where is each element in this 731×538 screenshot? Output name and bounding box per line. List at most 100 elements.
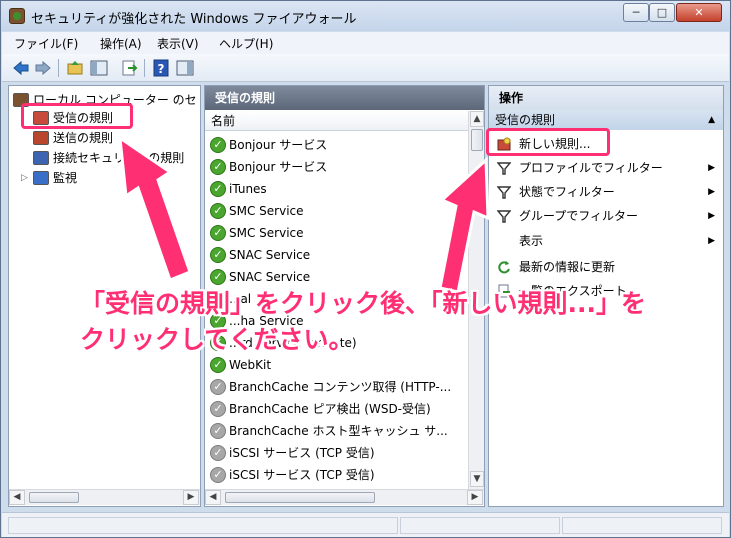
firewall-icon xyxy=(9,8,25,24)
toolbar-separator xyxy=(58,59,59,77)
filter-icon xyxy=(497,186,511,199)
scroll-thumb[interactable] xyxy=(225,492,375,503)
rule-name: Bonjour サービス xyxy=(229,138,328,152)
rule-row[interactable]: ✓ SNAC Service xyxy=(205,266,463,288)
scroll-thumb[interactable] xyxy=(29,492,79,503)
rule-name: SMC Service xyxy=(229,204,304,218)
expand-arrow-icon[interactable]: ▷ xyxy=(21,168,28,188)
menu-action[interactable]: 操作(A) xyxy=(100,35,142,52)
title-bar: セキュリティが強化された Windows ファイアウォール ─ □ ✕ xyxy=(1,1,730,31)
refresh-icon xyxy=(498,261,510,274)
rule-row[interactable]: ✓ SMC Service xyxy=(205,222,463,244)
tree-item-connection-security-rules[interactable]: 接続セキュリティの規則 xyxy=(9,148,194,168)
rule-row[interactable]: ✓BranchCache ピア検出 (WSD-受信) B xyxy=(205,398,463,420)
menu-bar: ファイル(F) 操作(A) 表示(V) ヘルプ(H) xyxy=(2,32,729,54)
submenu-arrow-icon: ▶ xyxy=(708,187,715,197)
tree-item-label: 送信の規則 xyxy=(53,131,114,145)
connection-security-icon xyxy=(33,151,49,165)
menu-help[interactable]: ヘルプ(H) xyxy=(219,35,273,52)
action-filter-profile[interactable]: プロファイルでフィルター ▶ xyxy=(489,156,721,180)
disabled-check-icon: ✓ xyxy=(210,423,226,439)
back-arrow-icon[interactable] xyxy=(12,59,30,77)
actions-section-inbound[interactable]: 受信の規則 ▲ xyxy=(489,110,723,130)
maximize-button[interactable]: □ xyxy=(649,3,675,22)
rule-extra-column: i xyxy=(462,442,463,464)
svg-text:?: ? xyxy=(158,62,165,76)
show-hide-tree-icon[interactable] xyxy=(90,59,108,77)
tree-item-outbound-rules[interactable]: 送信の規則 xyxy=(9,128,119,148)
rule-extra-column: B xyxy=(462,420,463,442)
collapse-arrow-icon[interactable]: ▲ xyxy=(708,110,715,130)
action-label: 表示 xyxy=(519,234,544,248)
scroll-thumb[interactable] xyxy=(471,129,483,151)
enabled-check-icon: ✓ xyxy=(210,225,226,241)
tree-item-label: 接続セキュリティの規則 xyxy=(53,151,185,165)
rules-horizontal-scrollbar[interactable]: ◀ ▶ xyxy=(205,489,484,505)
close-button[interactable]: ✕ xyxy=(676,3,722,22)
rule-row[interactable]: ✓ iTunes xyxy=(205,178,463,200)
annotation-line-1: 「受信の規則」をクリック後、「新しい規則...」を xyxy=(80,289,646,318)
rule-name: WebKit xyxy=(229,358,272,372)
scroll-right-icon[interactable]: ▶ xyxy=(183,490,199,505)
firewall-window: セキュリティが強化された Windows ファイアウォール ─ □ ✕ ファイル… xyxy=(0,0,731,538)
show-hide-action-pane-icon[interactable] xyxy=(176,59,194,77)
status-cell xyxy=(400,517,560,534)
rule-name: SNAC Service xyxy=(229,270,311,284)
action-filter-state[interactable]: 状態でフィルター ▶ xyxy=(489,180,721,204)
rule-name: SMC Service xyxy=(229,226,304,240)
rule-row[interactable]: ✓ WebKit xyxy=(205,354,463,376)
menu-file[interactable]: ファイル(F) xyxy=(14,35,78,52)
rule-row[interactable]: ✓BranchCache ホスト型キャッシュ サ... B xyxy=(205,420,463,442)
forward-arrow-icon[interactable] xyxy=(34,59,52,77)
rule-row[interactable]: ✓ SMC Service xyxy=(205,200,463,222)
disabled-check-icon: ✓ xyxy=(210,401,226,417)
outbound-rules-icon xyxy=(33,131,49,145)
window-title: セキュリティが強化された Windows ファイアウォール xyxy=(31,12,357,27)
rule-extra-column: B xyxy=(462,376,463,398)
export-list-icon[interactable] xyxy=(120,59,138,77)
rule-row[interactable]: ✓ Bonjour サービス xyxy=(205,156,463,178)
rule-extra-column: B xyxy=(462,398,463,420)
rule-name: BranchCache ピア検出 (WSD-受信) xyxy=(229,402,431,416)
action-refresh[interactable]: 最新の情報に更新 xyxy=(489,255,721,279)
scroll-up-icon[interactable]: ▲ xyxy=(470,111,484,127)
rule-name: BranchCache コンテンツ取得 (HTTP-... xyxy=(229,380,452,394)
disabled-check-icon: ✓ xyxy=(210,379,226,395)
minimize-button[interactable]: ─ xyxy=(623,3,649,22)
scroll-left-icon[interactable]: ◀ xyxy=(205,490,221,505)
up-folder-icon[interactable] xyxy=(66,59,84,77)
highlight-new-rule xyxy=(486,128,610,156)
scroll-down-icon[interactable]: ▼ xyxy=(470,471,484,487)
tree-horizontal-scrollbar[interactable]: ◀ ▶ xyxy=(9,489,200,505)
submenu-arrow-icon: ▶ xyxy=(708,236,715,246)
action-view[interactable]: 表示 ▶ xyxy=(489,229,721,253)
toolbar-separator xyxy=(144,59,145,77)
rule-row[interactable]: ✓iSCSI サービス (TCP 受信) i xyxy=(205,464,463,486)
rule-name: SNAC Service xyxy=(229,248,311,262)
status-cell xyxy=(562,517,722,534)
rule-row[interactable]: ✓BranchCache コンテンツ取得 (HTTP-... B xyxy=(205,376,463,398)
annotation-line-2: クリックしてください。 xyxy=(80,325,354,354)
column-header-name[interactable]: 名前 xyxy=(205,111,469,131)
submenu-arrow-icon: ▶ xyxy=(708,163,715,173)
action-label: グループでフィルター xyxy=(519,209,639,223)
help-icon[interactable]: ? xyxy=(152,59,170,77)
scroll-right-icon[interactable]: ▶ xyxy=(467,490,483,505)
enabled-check-icon: ✓ xyxy=(210,203,226,219)
tree-item-monitoring[interactable]: ▷ 監視 xyxy=(9,168,119,188)
rule-row[interactable]: ✓ SNAC Service xyxy=(205,244,463,266)
action-filter-group[interactable]: グループでフィルター ▶ xyxy=(489,204,721,228)
disabled-check-icon: ✓ xyxy=(210,467,226,483)
menu-view[interactable]: 表示(V) xyxy=(157,35,199,52)
rule-extra-column: i xyxy=(462,464,463,486)
enabled-check-icon: ✓ xyxy=(210,247,226,263)
scroll-left-icon[interactable]: ◀ xyxy=(9,490,25,505)
status-cell xyxy=(8,517,398,534)
toolbar: ? xyxy=(2,54,729,82)
rule-row[interactable]: ✓iSCSI サービス (TCP 受信) i xyxy=(205,442,463,464)
rule-name: iTunes xyxy=(229,182,267,196)
enabled-check-icon: ✓ xyxy=(210,357,226,373)
rule-row[interactable]: ✓ Bonjour サービス xyxy=(205,134,463,156)
enabled-check-icon: ✓ xyxy=(210,159,226,175)
filter-icon xyxy=(497,162,511,175)
